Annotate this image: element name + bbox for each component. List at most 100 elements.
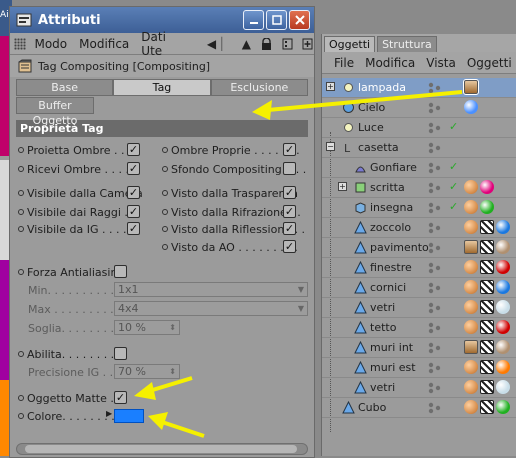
compositing-tag-icon[interactable] bbox=[464, 340, 478, 354]
visibility-dots-icon[interactable] bbox=[427, 201, 441, 215]
tab-struttura[interactable]: Struttura bbox=[377, 36, 437, 52]
visibility-dots-icon[interactable] bbox=[427, 221, 441, 235]
glass-material-icon[interactable] bbox=[496, 300, 510, 314]
animation-bullet-icon[interactable] bbox=[18, 190, 24, 196]
ricevi-ombre-checkbox[interactable]: ✓ bbox=[127, 162, 140, 175]
animation-bullet-icon[interactable] bbox=[162, 226, 168, 232]
phong-tag-icon[interactable] bbox=[464, 260, 478, 274]
phong-tag-icon[interactable] bbox=[464, 380, 478, 394]
object-name[interactable]: muri est bbox=[370, 361, 416, 374]
enabled-check-icon[interactable]: ✓ bbox=[449, 180, 458, 193]
expand-toggle-icon[interactable]: − bbox=[326, 142, 335, 151]
visibility-dots-icon[interactable] bbox=[427, 341, 441, 355]
blue-material-icon[interactable] bbox=[496, 280, 510, 294]
object-name[interactable]: Cielo bbox=[358, 101, 385, 114]
tab-oggetti[interactable]: Oggetti bbox=[324, 36, 376, 52]
oggetto-matte-checkbox[interactable]: ✓ bbox=[114, 391, 127, 404]
ombre-proprie-checkbox[interactable]: ✓ bbox=[283, 143, 296, 156]
list-item[interactable]: Cubo bbox=[322, 398, 516, 418]
green-material-icon[interactable] bbox=[480, 200, 494, 214]
uvw-tag-icon[interactable] bbox=[480, 360, 494, 374]
animation-bullet-icon[interactable] bbox=[18, 226, 24, 232]
max-dropdown[interactable]: 4x4 ▼ bbox=[114, 301, 308, 316]
visibility-dots-icon[interactable] bbox=[427, 381, 441, 395]
visibility-dots-icon[interactable] bbox=[427, 181, 441, 195]
phong-tag-icon[interactable] bbox=[464, 180, 478, 194]
glass-material-icon[interactable] bbox=[496, 380, 510, 394]
texture-material-icon[interactable] bbox=[496, 340, 510, 354]
visto-trasparenza-checkbox[interactable]: ✓ bbox=[283, 186, 296, 199]
compositing-tag-icon[interactable] bbox=[463, 79, 479, 95]
compositing-tag-icon[interactable] bbox=[464, 240, 478, 254]
object-name[interactable]: vetri bbox=[370, 301, 395, 314]
list-item[interactable]: pavimento bbox=[322, 238, 516, 258]
visibility-dots-icon[interactable] bbox=[427, 161, 441, 175]
uvw-tag-icon[interactable] bbox=[480, 260, 494, 274]
visibility-dots-icon[interactable] bbox=[427, 141, 441, 155]
tab-buffer-oggetto[interactable]: Buffer Oggetto bbox=[16, 97, 94, 127]
list-item[interactable]: + scritta ✓ bbox=[322, 178, 516, 198]
uvw-tag-icon[interactable] bbox=[480, 320, 494, 334]
animation-bullet-icon[interactable] bbox=[18, 395, 24, 401]
expand-arrow-icon[interactable]: ▶ bbox=[106, 409, 112, 418]
object-name[interactable]: insegna bbox=[370, 201, 413, 214]
list-item[interactable]: vetri bbox=[322, 378, 516, 398]
menu-oggetti[interactable]: Oggetti bbox=[467, 56, 512, 70]
tab-tag[interactable]: Tag bbox=[113, 79, 211, 96]
animation-bullet-icon[interactable] bbox=[162, 147, 168, 153]
proietta-ombre-checkbox[interactable]: ✓ bbox=[127, 143, 140, 156]
tab-base[interactable]: Base bbox=[16, 79, 114, 96]
animation-bullet-icon[interactable] bbox=[18, 269, 24, 275]
horizontal-scrollbar[interactable] bbox=[16, 443, 308, 455]
phong-tag-icon[interactable] bbox=[464, 220, 478, 234]
texture-material-icon[interactable] bbox=[496, 240, 510, 254]
uvw-tag-icon[interactable] bbox=[480, 240, 494, 254]
uvw-tag-icon[interactable] bbox=[480, 380, 494, 394]
uvw-tag-icon[interactable] bbox=[480, 340, 494, 354]
object-name[interactable]: tetto bbox=[370, 321, 396, 334]
object-name[interactable]: Gonfiare bbox=[370, 161, 417, 174]
object-name[interactable]: casetta bbox=[358, 141, 399, 154]
object-name[interactable]: cornici bbox=[370, 281, 406, 294]
menu-modifica[interactable]: Modifica bbox=[79, 37, 129, 51]
animation-bullet-icon[interactable] bbox=[18, 351, 24, 357]
object-name[interactable]: pavimento bbox=[370, 241, 429, 254]
animation-bullet-icon[interactable] bbox=[18, 209, 24, 215]
object-name[interactable]: scritta bbox=[370, 181, 405, 194]
menu-file[interactable]: File bbox=[334, 56, 354, 70]
visibile-camera-checkbox[interactable]: ✓ bbox=[127, 186, 140, 199]
visibility-dots-icon[interactable] bbox=[427, 121, 441, 135]
forza-antialiasing-checkbox[interactable] bbox=[114, 265, 127, 278]
list-item[interactable]: + lampada bbox=[322, 78, 516, 98]
visibility-dots-icon[interactable] bbox=[427, 261, 441, 275]
uvw-tag-icon[interactable] bbox=[480, 280, 494, 294]
list-item[interactable]: zoccolo bbox=[322, 218, 516, 238]
color-swatch[interactable] bbox=[114, 409, 144, 423]
object-name[interactable]: Cubo bbox=[358, 401, 386, 414]
blue-material-icon[interactable] bbox=[496, 220, 510, 234]
animation-bullet-icon[interactable] bbox=[162, 166, 168, 172]
red-material-icon[interactable] bbox=[496, 260, 510, 274]
visto-ao-checkbox[interactable]: ✓ bbox=[283, 240, 296, 253]
enabled-check-icon[interactable]: ✓ bbox=[449, 120, 458, 133]
settings-icon[interactable] bbox=[281, 37, 293, 51]
expand-toggle-icon[interactable]: + bbox=[338, 182, 347, 191]
visibile-ig-checkbox[interactable]: ✓ bbox=[127, 222, 140, 235]
list-item[interactable]: cornici bbox=[322, 278, 516, 298]
grip-icon[interactable] bbox=[14, 37, 27, 50]
menu-dati-utente[interactable]: Dati Ute bbox=[141, 30, 185, 58]
list-item[interactable]: Gonfiare ✓ bbox=[322, 158, 516, 178]
animation-bullet-icon[interactable] bbox=[162, 190, 168, 196]
phong-tag-icon[interactable] bbox=[464, 280, 478, 294]
menu-vista[interactable]: Vista bbox=[426, 56, 456, 70]
animation-bullet-icon[interactable] bbox=[18, 413, 24, 419]
up-arrow-icon[interactable]: ▲ bbox=[240, 37, 252, 51]
animation-bullet-icon[interactable] bbox=[18, 147, 24, 153]
animation-bullet-icon[interactable] bbox=[162, 244, 168, 250]
maximize-button[interactable] bbox=[266, 10, 287, 30]
red-material-icon[interactable] bbox=[496, 320, 510, 334]
visibility-dots-icon[interactable] bbox=[427, 321, 441, 335]
phong-tag-icon[interactable] bbox=[464, 200, 478, 214]
sfondo-compositing-checkbox[interactable] bbox=[283, 162, 296, 175]
tab-esclusione[interactable]: Esclusione bbox=[210, 79, 308, 96]
